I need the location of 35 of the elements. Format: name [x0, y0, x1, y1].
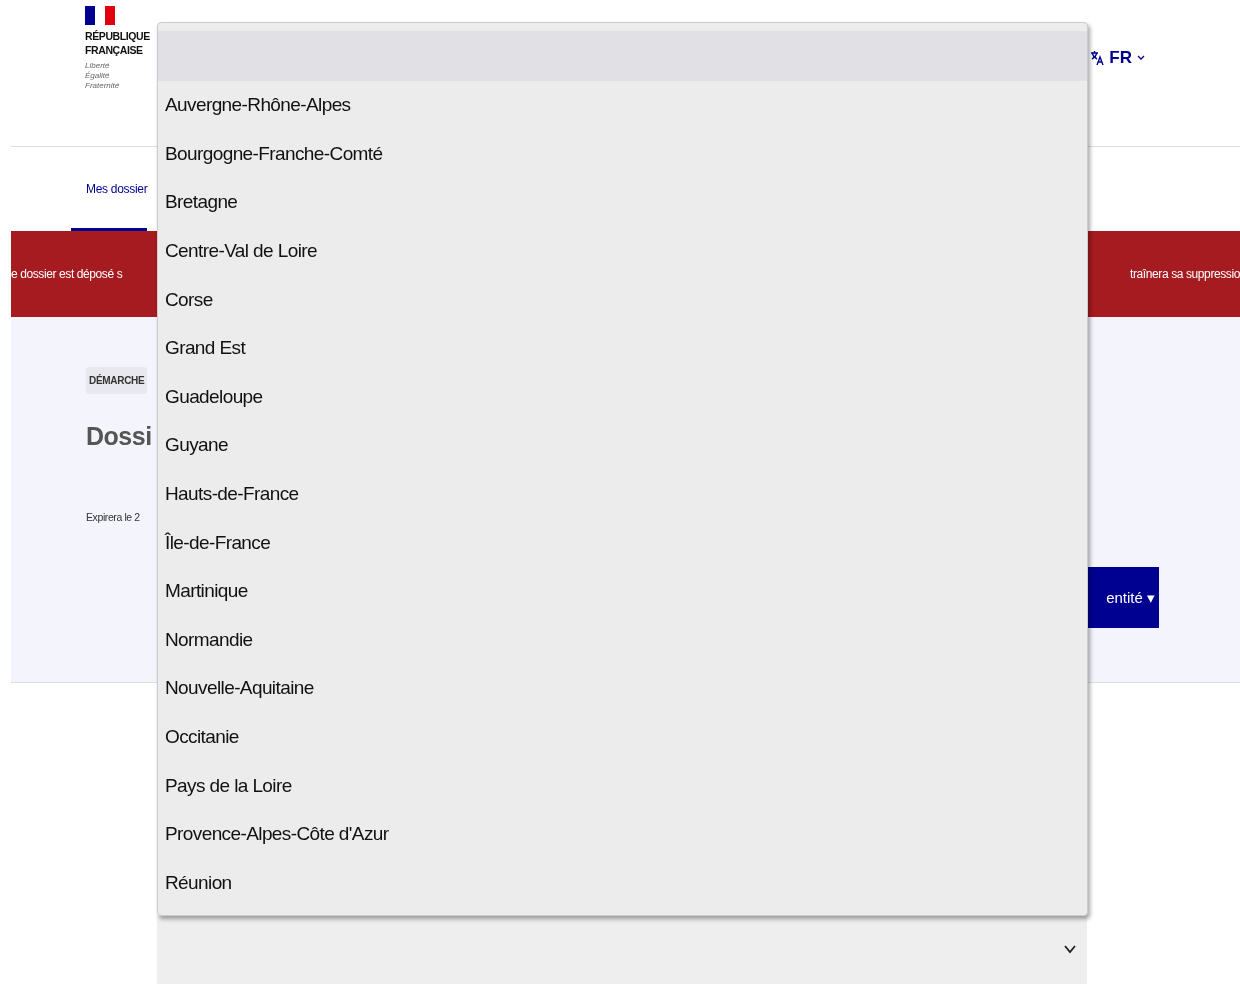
dropdown-option[interactable]: Normandie: [158, 615, 1087, 665]
flag-logo-icon: [85, 6, 115, 25]
dropdown-option[interactable]: Provence-Alpes-Côte d'Azur: [158, 809, 1087, 859]
identity-button[interactable]: entité ▾: [1088, 567, 1159, 628]
dropdown-option[interactable]: Nouvelle-Aquitaine: [158, 664, 1087, 713]
banner-text: traînera sa suppressio: [1129, 267, 1240, 281]
procedure-tag: DÉMARCHE: [86, 367, 148, 394]
dropdown-option[interactable]: Corse: [158, 275, 1087, 324]
dropdown-option[interactable]: Guadeloupe: [158, 372, 1087, 422]
dropdown-option[interactable]: Centre-Val de Loire: [158, 226, 1087, 276]
blank-option[interactable]: [158, 31, 1087, 81]
dropdown-option[interactable]: Île-de-France: [158, 518, 1087, 567]
chevron-down-icon: [1063, 944, 1077, 954]
banner-text: e dossier est déposé s: [11, 267, 123, 281]
motto-text: Fraternité: [85, 81, 121, 91]
dropdown-option[interactable]: Bretagne: [158, 178, 1087, 227]
language-selector[interactable]: FR: [1090, 48, 1145, 68]
dropdown-option[interactable]: Grand Est: [158, 323, 1087, 373]
region-select[interactable]: [157, 916, 1087, 984]
chevron-down-icon: [1137, 55, 1145, 61]
motto-text: Liberté: [85, 61, 111, 71]
page-title: Dossi: [86, 422, 152, 451]
dropdown-option[interactable]: Hauts-de-France: [158, 469, 1087, 519]
logo-text: RÉPUBLIQUE: [85, 29, 150, 43]
dropdown-option[interactable]: Bourgogne-Franche-Comté: [158, 129, 1087, 179]
dropdown-option[interactable]: Pays de la Loire: [158, 761, 1087, 810]
dropdown-option[interactable]: Auvergne-Rhône-Alpes: [158, 81, 1087, 130]
logo-text: FRANÇAISE: [85, 43, 144, 57]
expiry-text: Expirera le 2: [86, 511, 140, 523]
dropdown-option[interactable]: Guyane: [158, 421, 1087, 470]
dropdown-option[interactable]: Martinique: [158, 566, 1087, 616]
dropdown-option[interactable]: Occitanie: [158, 712, 1087, 762]
translate-icon: [1090, 50, 1105, 66]
dropdown-option[interactable]: Réunion: [158, 858, 1087, 908]
motto-text: Égalité: [85, 71, 111, 81]
